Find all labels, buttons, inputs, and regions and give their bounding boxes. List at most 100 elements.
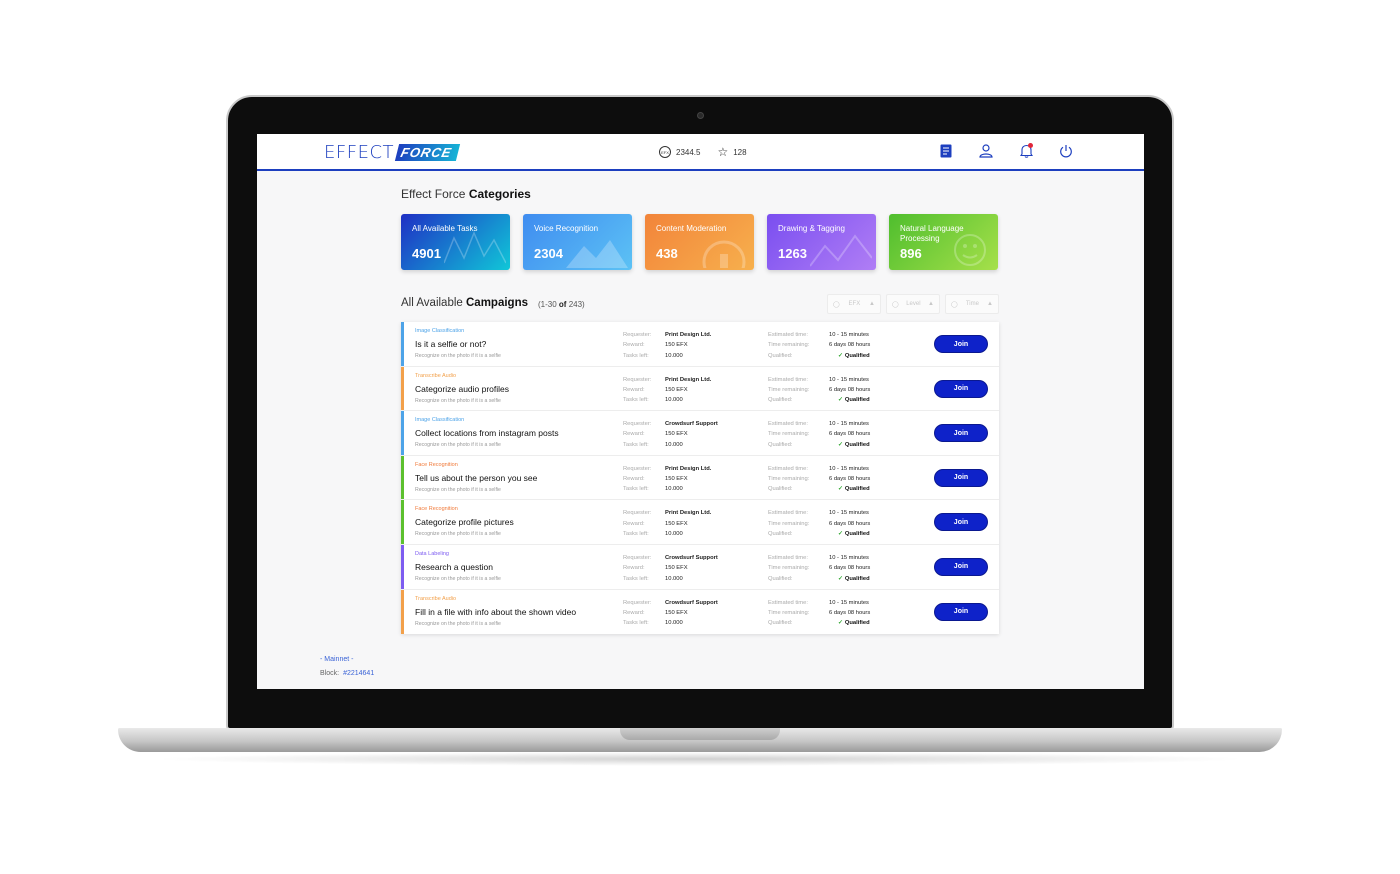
requester-value: Crowdsurf Support <box>665 554 718 561</box>
time-remaining-label: Time remaining: <box>768 386 810 393</box>
tasks-left-label: Tasks left: <box>623 352 649 359</box>
category-name: Voice Recognition <box>534 224 599 233</box>
join-button[interactable]: Join <box>934 468 988 487</box>
join-button[interactable]: Join <box>934 513 988 532</box>
category-card-natural-language-processing[interactable]: Natural Language Processing 896 <box>889 214 998 270</box>
estimated-time-label: Estimated time: <box>768 599 808 606</box>
category-card-all-available-tasks[interactable]: All Available Tasks 4901 <box>401 214 510 270</box>
join-button[interactable]: Join <box>934 557 988 576</box>
campaign-row[interactable]: Transcribe Audio Categorize audio profile… <box>401 366 999 412</box>
sort-arrow-icon: ▲ <box>928 301 934 307</box>
category-count: 438 <box>656 246 678 261</box>
bell-icon[interactable] <box>1019 143 1033 159</box>
logo-force-text: FORCE <box>394 143 460 161</box>
sort-by-time[interactable]: ◯ Time ▲ <box>945 294 999 314</box>
check-icon: ✓ <box>838 441 843 448</box>
requester-value: Print Design Ltd. <box>665 332 712 338</box>
join-button[interactable]: Join <box>934 424 988 443</box>
tasks-left-value: 10.000 <box>665 486 683 493</box>
qualified-status: ✓ Qualified <box>829 395 870 405</box>
sort-arrow-icon: ▲ <box>987 301 993 307</box>
campaign-time-values: 10 - 15 minutes 6 days 08 hours ✓ Qualified <box>829 419 870 450</box>
category-card-drawing-tagging[interactable]: Drawing & Tagging 1263 <box>767 214 876 270</box>
time-remaining-label: Time remaining: <box>768 565 810 572</box>
campaign-meta-values: Print Design Ltd. 150 EFX 10.000 <box>665 375 711 406</box>
power-icon[interactable] <box>1059 143 1073 159</box>
qualified-label: Qualified: <box>768 352 793 359</box>
campaign-meta-labels: Requester: Reward: Tasks left: <box>623 375 651 406</box>
reward-label: Reward: <box>623 342 645 349</box>
campaign-category: Image Classification <box>415 417 465 424</box>
category-count: 4901 <box>412 246 441 261</box>
sort-label: Time <box>965 301 979 307</box>
estimated-time-label: Estimated time: <box>768 332 808 338</box>
laptop-notch <box>620 728 780 740</box>
campaign-row[interactable]: Image Classification Collect locations fr… <box>401 411 999 456</box>
category-cards: All Available Tasks 4901 Voice Recognition… <box>401 214 998 270</box>
join-button[interactable]: Join <box>934 602 988 621</box>
qualified-label: Qualified: <box>768 575 793 582</box>
reward-value: 150 EFX <box>665 431 688 438</box>
estimated-time-value: 10 - 15 minutes <box>829 510 869 517</box>
campaign-row[interactable]: Image Classification Is it a selfie or no… <box>401 322 999 367</box>
category-count: 896 <box>900 246 922 261</box>
campaign-title: Categorize audio profiles <box>415 383 510 394</box>
campaign-row[interactable]: Data Labeling Research a question Recogniz… <box>401 544 999 590</box>
reward-label: Reward: <box>623 609 645 616</box>
category-card-content-moderation[interactable]: Content Moderation 438 <box>645 214 754 270</box>
category-card-voice-recognition[interactable]: Voice Recognition 2304 <box>523 214 632 270</box>
sort-label: EFX <box>848 301 861 307</box>
tasks-left-label: Tasks left: <box>623 620 649 627</box>
sort-by-efx[interactable]: ◯ EFX ▲ <box>827 294 881 314</box>
reward-value: 150 EFX <box>665 520 688 527</box>
join-button[interactable]: Join <box>934 379 988 398</box>
estimated-time-label: Estimated time: <box>768 465 808 472</box>
top-nav-bar: EFFECT FORCE EFX 2344.5 ☆ 128 <box>257 134 1144 171</box>
category-count: 2304 <box>534 246 563 261</box>
user-icon[interactable] <box>979 143 993 159</box>
estimated-time-value: 10 - 15 minutes <box>829 376 869 383</box>
tasks-icon[interactable] <box>939 143 953 159</box>
qualified-status: ✓ Qualified <box>829 618 870 628</box>
tasks-left-value: 10.000 <box>665 441 683 448</box>
category-accent-bar <box>401 455 404 500</box>
category-name: Natural Language Processing <box>900 224 964 243</box>
campaign-row[interactable]: Transcribe Audio Fill in a file with info… <box>401 589 999 635</box>
category-name: Content Moderation <box>656 224 727 233</box>
categories-heading-bold: Categories <box>468 187 531 201</box>
campaign-meta-labels: Requester: Reward: Tasks left: <box>623 464 651 495</box>
reward-value: 150 EFX <box>665 609 688 616</box>
effect-force-logo[interactable]: EFFECT FORCE <box>324 141 460 163</box>
logo-effect-text: EFFECT <box>324 141 395 163</box>
campaign-title: Is it a selfie or not? <box>415 339 487 349</box>
requester-label: Requester: <box>623 332 652 338</box>
tasks-left-value: 10.000 <box>665 397 683 404</box>
campaign-title: Research a question <box>415 561 493 572</box>
campaign-meta-labels: Requester: Reward: Tasks left: <box>623 419 651 450</box>
notification-dot <box>1028 143 1033 148</box>
campaign-meta-values: Crowdsurf Support 150 EFX 10.000 <box>665 553 718 584</box>
check-icon: ✓ <box>838 530 843 537</box>
qualified-status: ✓ Qualified <box>829 351 870 361</box>
campaign-meta-labels: Requester: Reward: Tasks left: <box>623 508 651 539</box>
reward-label: Reward: <box>623 565 645 572</box>
campaign-title: Tell us about the person you see <box>415 472 538 483</box>
campaign-meta-values: Crowdsurf Support 150 EFX 10.000 <box>665 419 718 450</box>
check-icon: ✓ <box>838 352 843 359</box>
campaign-category: Data Labeling <box>415 550 449 557</box>
time-remaining-value: 6 days 08 hours <box>829 386 871 393</box>
campaign-row[interactable]: Face Recognition Tell us about the person… <box>401 455 999 501</box>
category-illustration-icon <box>444 231 506 264</box>
reward-value: 150 EFX <box>665 476 688 483</box>
nav-icon-group <box>939 143 1073 159</box>
time-remaining-label: Time remaining: <box>768 431 810 438</box>
sort-by-level[interactable]: ◯ Level ▲ <box>886 294 940 314</box>
reward-label: Reward: <box>623 476 645 483</box>
requester-label: Requester: <box>623 599 652 606</box>
join-button[interactable]: Join <box>934 335 988 353</box>
block-number-link[interactable]: #2214641 <box>343 670 374 677</box>
category-accent-bar <box>401 500 404 544</box>
tasks-left-value: 10.000 <box>665 352 683 359</box>
campaign-row[interactable]: Face Recognition Categorize profile pictu… <box>401 500 999 545</box>
campaigns-heading: All Available Campaigns <box>401 297 528 309</box>
